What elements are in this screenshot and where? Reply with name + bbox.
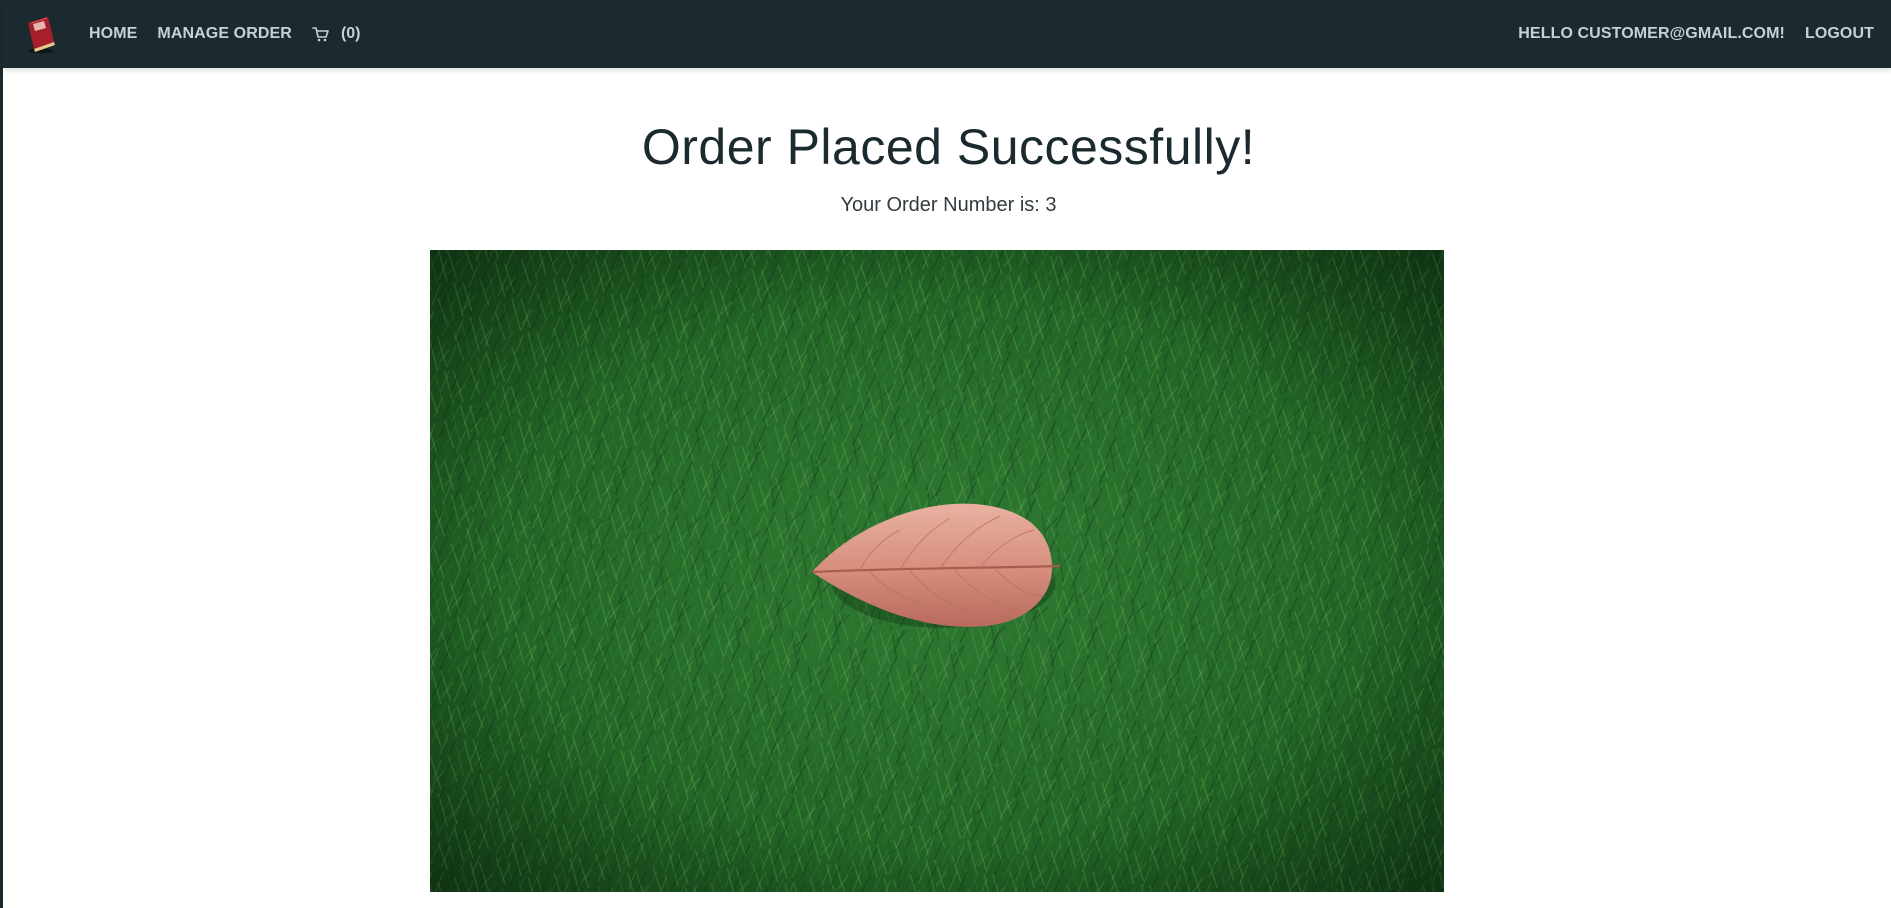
- main-content: Order Placed Successfully! Your Order Nu…: [3, 68, 1891, 217]
- logout-link[interactable]: LOGOUT: [1805, 25, 1874, 43]
- nav-left-group: HOME MANAGE ORDER (0): [23, 14, 361, 54]
- order-number-text: Your Order Number is: 3: [840, 194, 1057, 216]
- page-title: Order Placed Successfully!: [641, 119, 1256, 175]
- cart-count: (0): [340, 25, 361, 42]
- cart-link[interactable]: (0): [312, 25, 361, 43]
- hero-illustration: [430, 250, 1444, 892]
- leaf-on-grass-image: [430, 250, 1444, 892]
- book-logo-icon[interactable]: [23, 14, 59, 54]
- top-navbar: HOME MANAGE ORDER (0) HELLO CUSTOMER@GMA…: [3, 0, 1891, 68]
- nav-home-link[interactable]: HOME: [89, 25, 137, 43]
- page: HOME MANAGE ORDER (0) HELLO CUSTOMER@GMA…: [0, 0, 1891, 908]
- user-greeting-link[interactable]: HELLO CUSTOMER@GMAIL.COM!: [1518, 25, 1785, 43]
- nav-manage-order-link[interactable]: MANAGE ORDER: [157, 25, 292, 43]
- nav-right-group: HELLO CUSTOMER@GMAIL.COM! LOGOUT: [1498, 25, 1874, 43]
- cart-icon: [312, 27, 329, 42]
